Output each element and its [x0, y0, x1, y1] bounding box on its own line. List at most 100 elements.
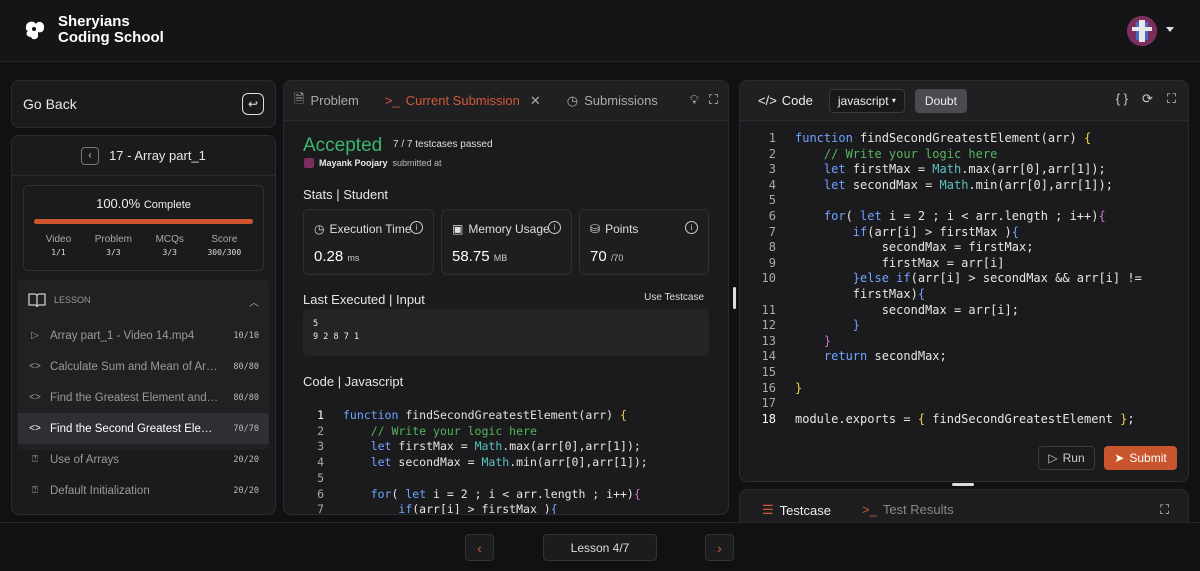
stat-value: 3/3: [106, 248, 121, 257]
stat-label: Score: [211, 234, 238, 245]
play-icon: ▷: [1048, 451, 1058, 465]
code-line: 5: [768, 193, 776, 208]
lesson-item[interactable]: <> Find the Second Greatest Element 70/70: [18, 413, 269, 444]
close-icon[interactable]: ✕: [530, 93, 541, 109]
chevron-left-icon[interactable]: ‹: [81, 146, 100, 165]
database-icon: ⛁: [590, 222, 601, 236]
submit-button[interactable]: ➤ Submit: [1104, 446, 1177, 470]
lesson-item[interactable]: ⍰ Default Initialization 20/20: [18, 475, 269, 506]
tab-label: Current Submission: [405, 93, 520, 108]
tab-submissions[interactable]: ◷ Submissions: [567, 93, 658, 109]
vertical-resize-handle[interactable]: [733, 287, 736, 309]
card-unit: ms: [347, 253, 360, 263]
editor-toolbar: </> Code javascript ▾ Doubt { } ⟳ ⛶: [740, 81, 1188, 121]
go-back-label: Go Back: [23, 96, 77, 112]
play-icon: ▷: [31, 330, 39, 341]
stat-video: Video 1/1: [46, 234, 71, 257]
lesson-item[interactable]: <> Find the Greatest Element and Its... 80…: [18, 382, 269, 413]
memory-usage-card: ▣ Memory Usage i 58.75 MB: [441, 209, 572, 275]
tab-label: Problem: [310, 93, 359, 108]
checklist-icon: ☰: [762, 502, 774, 517]
tab-test-results[interactable]: >_ Test Results: [862, 502, 954, 517]
horizontal-resize-handle[interactable]: [952, 483, 974, 486]
lesson-item[interactable]: ⍰ Use of Arrays 20/20: [18, 444, 269, 475]
lesson-item-score: 80/80: [233, 361, 259, 372]
lesson-panel: ‹ 17 - Array part_1 100.0% Complete Vide…: [11, 135, 276, 515]
lesson-item[interactable]: ▷ Array part_1 - Video 14.mp4 10/10: [18, 320, 269, 351]
terminal-icon: >_: [862, 502, 877, 517]
code-editor-panel: </> Code javascript ▾ Doubt { } ⟳ ⛶ 1 functi…: [739, 80, 1189, 482]
status-accepted: Accepted: [303, 135, 383, 156]
card-unit: /70: [610, 253, 624, 263]
stat-value: 1/1: [51, 248, 66, 257]
run-button[interactable]: ▷ Run: [1038, 446, 1095, 470]
lesson-indicator: Lesson 4/7: [543, 534, 657, 561]
info-icon[interactable]: i: [410, 221, 423, 234]
code-editor[interactable]: 1 function findSecondGreatestElement(arr)…: [740, 131, 1188, 427]
code-title: Code | Javascript: [303, 374, 404, 389]
submission-meta: Mayank Poojary submitted at: [304, 158, 442, 168]
progress-percent: 100.0%: [96, 196, 141, 211]
refresh-icon[interactable]: ⟳: [1142, 91, 1153, 107]
code-line: 5: [317, 470, 324, 485]
code-line: 16}: [761, 380, 803, 395]
tab-problem[interactable]: 🗎 Problem: [294, 90, 359, 112]
chevron-down-icon[interactable]: [1166, 27, 1174, 32]
chevron-up-icon[interactable]: ︿: [249, 294, 259, 309]
tab-label: Testcase: [779, 502, 831, 518]
document-icon: 🗎: [294, 90, 305, 106]
info-icon[interactable]: i: [685, 221, 698, 234]
stat-label: MCQs: [155, 234, 184, 245]
tab-label: Test Results: [882, 502, 954, 517]
submit-label: Submit: [1129, 451, 1167, 465]
progress-bar: [34, 219, 253, 224]
lesson-section-header[interactable]: LESSON ︿: [18, 280, 269, 320]
stats-title: Stats | Student: [303, 187, 389, 202]
code-line: 14 return secondMax;: [761, 349, 947, 364]
chapter-header: ‹ 17 - Array part_1: [12, 136, 275, 176]
fullscreen-icon[interactable]: ⛶: [1167, 91, 1176, 107]
quiz-icon: ⍰: [32, 485, 38, 496]
testcases-passed: 7 / 7 testcases passed: [393, 139, 493, 150]
code-line: 8 secondMax = firstMax;: [768, 240, 1034, 255]
doubt-button[interactable]: Doubt: [914, 88, 967, 113]
stat-score: Score 300/300: [207, 234, 241, 257]
code-line: 6 for( let i = 2 ; i < arr.length ; i++)…: [768, 208, 1106, 223]
code-line: 7 if(arr[i] > firstMax ){: [317, 502, 558, 515]
lesson-item-label: Calculate Sum and Mean of Array...: [50, 360, 220, 373]
last-input: 5 9 2 8 7 1: [303, 309, 709, 356]
code-line: 10 }else if(arr[i] > secondMax && arr[i]…: [761, 271, 1142, 286]
avatar[interactable]: [1127, 16, 1157, 46]
last-executed-title: Last Executed | Input: [303, 292, 425, 307]
card-value: 0.28: [314, 248, 344, 265]
use-testcase-link[interactable]: Use Testcase: [644, 292, 704, 303]
prev-lesson-button[interactable]: ‹: [465, 534, 494, 561]
code-label-text: Code: [781, 93, 813, 108]
language-select[interactable]: javascript ▾: [828, 88, 905, 113]
fullscreen-icon[interactable]: ⛶: [709, 92, 718, 108]
stat-problem: Problem 3/3: [95, 234, 132, 257]
timer-icon: ◷: [314, 222, 325, 236]
fullscreen-icon[interactable]: ⛶: [1160, 502, 1169, 518]
code-icon: <>: [29, 361, 41, 372]
tab-testcase[interactable]: ☰ Testcase: [762, 502, 831, 518]
author-name[interactable]: Mayank Poojary: [319, 158, 388, 168]
lesson-item-score: 70/70: [233, 423, 259, 434]
points-card: ⛁ Points i 70 /70: [579, 209, 709, 275]
lesson-item[interactable]: <> Calculate Sum and Mean of Array... 80/8…: [18, 351, 269, 382]
stat-value: 3/3: [162, 248, 177, 257]
card-title: Execution Time: [329, 222, 412, 236]
go-back-button[interactable]: Go Back ↩: [11, 80, 276, 128]
lesson-header-label: LESSON: [54, 295, 91, 305]
card-value: 70: [590, 248, 607, 265]
card-title: Points: [605, 222, 639, 236]
code-line: 6 for( let i = 2 ; i < arr.length ; i++)…: [317, 486, 641, 501]
next-lesson-button[interactable]: ›: [705, 534, 734, 561]
tab-current-submission[interactable]: >_ Current Submission ✕: [385, 93, 541, 109]
code-line: 1 function findSecondGreatestElement(arr)…: [768, 131, 1092, 145]
code-line: 1 function findSecondGreatestElement(arr)…: [317, 408, 627, 422]
logo[interactable]: Sheryians Coding School: [22, 14, 164, 46]
info-icon[interactable]: i: [548, 221, 561, 234]
lightbulb-icon[interactable]: 💡︎: [690, 92, 699, 108]
braces-icon[interactable]: { }: [1116, 91, 1128, 107]
